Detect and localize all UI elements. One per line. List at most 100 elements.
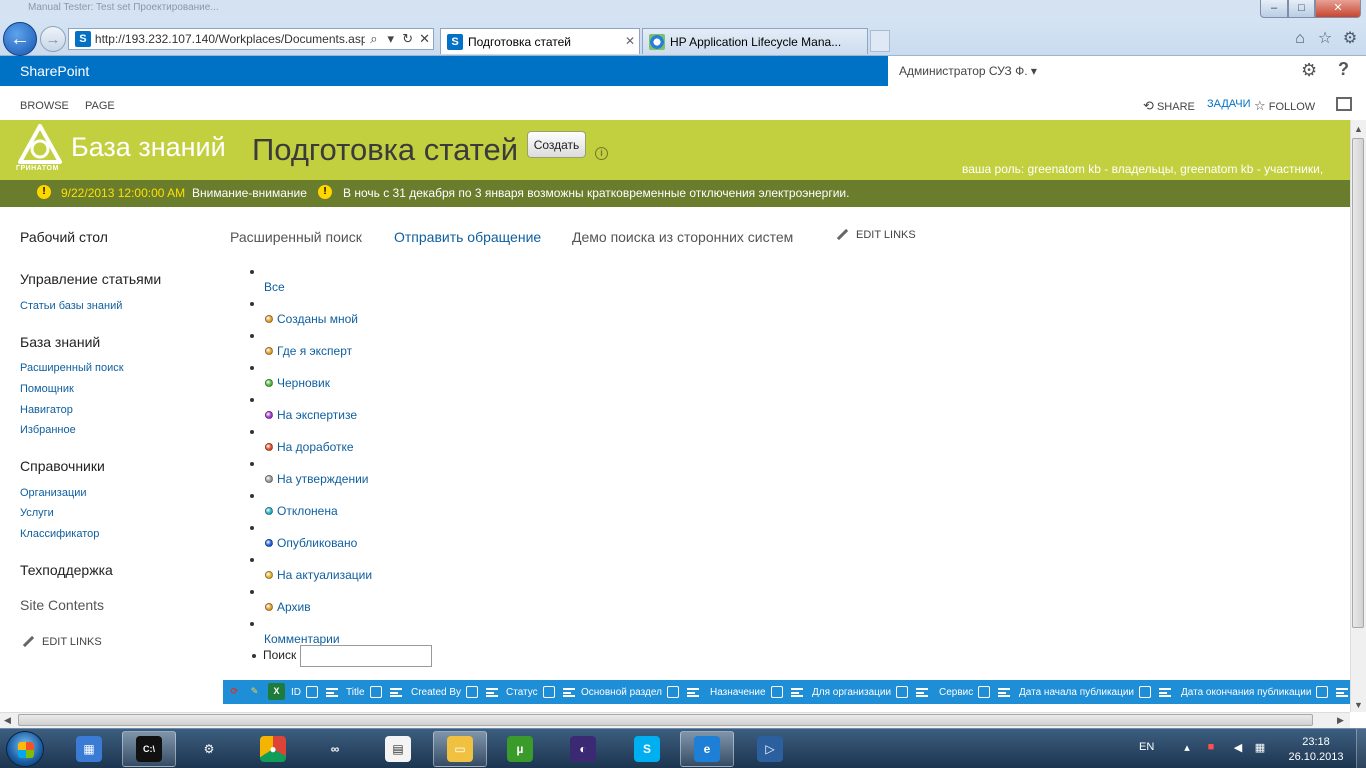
taskbar-button[interactable]: µ	[493, 731, 547, 767]
site-name[interactable]: База знаний	[71, 132, 226, 163]
address-bar[interactable]: S http://193.232.107.140/Workplaces/Docu…	[68, 28, 434, 50]
home-icon[interactable]: ⌂	[1289, 28, 1311, 50]
taskbar-button[interactable]: S	[620, 731, 674, 767]
grid-column-header[interactable]: Для организации	[812, 686, 934, 698]
sharepoint-brand[interactable]: SharePoint	[20, 63, 89, 79]
tray-app-icon[interactable]: ■	[1204, 741, 1218, 755]
grid-column-header[interactable]: Статус	[506, 686, 581, 698]
start-button[interactable]	[6, 731, 44, 767]
scroll-left-icon[interactable]: ◀	[4, 715, 11, 726]
tab-browse[interactable]: BROWSE	[20, 100, 69, 112]
taskbar-button[interactable]: ◐	[556, 731, 610, 767]
scroll-right-icon[interactable]: ▶	[1337, 715, 1344, 726]
nav-services[interactable]: Услуги	[20, 507, 54, 519]
maximize-button[interactable]: □	[1288, 0, 1315, 18]
address-url[interactable]: http://193.232.107.140/Workplaces/Docume…	[95, 32, 365, 46]
grid-column-header[interactable]: Created By	[411, 686, 504, 698]
status-filter-link[interactable]: Созданы мной	[265, 312, 358, 326]
left-edit-links[interactable]: EDIT LINKS	[22, 636, 102, 648]
status-filter-link[interactable]: На утверждении	[265, 472, 369, 486]
nav-classifier[interactable]: Классификатор	[20, 528, 99, 540]
tray-expand-icon[interactable]: ▴	[1180, 741, 1194, 755]
nav-assistant[interactable]: Помощник	[20, 383, 74, 395]
focus-content-icon[interactable]	[1336, 97, 1352, 111]
vertical-scroll-thumb[interactable]	[1352, 138, 1364, 628]
taskbar-button[interactable]: ∞	[308, 731, 362, 767]
taskbar-button[interactable]: ▤	[371, 731, 425, 767]
status-filter-link[interactable]: Где я эксперт	[265, 344, 352, 358]
column-checkbox[interactable]	[978, 686, 991, 698]
tab-active[interactable]: S Подготовка статей ✕	[440, 28, 640, 54]
grid-column-header[interactable]: Title	[346, 686, 408, 698]
taskbar-button[interactable]: ▭	[433, 731, 487, 767]
share-button[interactable]: ⟲ SHARE	[1143, 98, 1195, 114]
scroll-down-icon[interactable]: ▼	[1354, 700, 1363, 710]
search-input[interactable]	[300, 645, 432, 667]
column-filter-icon[interactable]	[686, 687, 699, 697]
nav-support[interactable]: Техподдержка	[20, 562, 113, 578]
volume-icon[interactable]: ◀	[1231, 741, 1245, 755]
taskbar-button[interactable]: ▷	[743, 731, 797, 767]
column-filter-icon[interactable]	[326, 687, 338, 697]
scroll-up-icon[interactable]: ▲	[1354, 124, 1363, 134]
grid-column-header[interactable]: Дата окончания публикации	[1181, 686, 1350, 698]
nav-desk[interactable]: Рабочий стол	[20, 229, 108, 245]
minimize-button[interactable]: –	[1260, 0, 1288, 18]
column-checkbox[interactable]	[896, 686, 909, 698]
taskbar-button[interactable]: C:\	[122, 731, 176, 767]
nav-organizations[interactable]: Организации	[20, 487, 87, 499]
clear-filter-icon[interactable]: ✎	[246, 683, 263, 700]
column-checkbox[interactable]	[770, 686, 783, 698]
column-filter-icon[interactable]	[389, 687, 402, 697]
grid-column-header[interactable]: Сервис	[939, 686, 1016, 698]
status-filter-link[interactable]: На экспертизе	[265, 408, 357, 422]
show-desktop-button[interactable]	[1356, 729, 1366, 768]
column-filter-icon[interactable]	[1336, 687, 1349, 697]
info-icon[interactable]: i	[595, 147, 608, 160]
taskbar-button[interactable]: ⚙	[182, 731, 236, 767]
search-icon[interactable]: ⌕	[365, 31, 382, 47]
tools-gear-icon[interactable]: ⚙	[1339, 28, 1361, 50]
grid-column-header[interactable]: ID	[291, 686, 344, 698]
column-checkbox[interactable]	[666, 686, 679, 698]
new-tab-button[interactable]	[870, 30, 890, 52]
grid-column-header[interactable]: Дата начала публикации	[1019, 686, 1177, 698]
status-filter-link[interactable]: На доработке	[265, 440, 354, 454]
column-filter-icon[interactable]	[998, 687, 1011, 697]
taskbar-button[interactable]: ●	[246, 731, 300, 767]
status-filter-link[interactable]: Черновик	[265, 376, 330, 390]
favorites-star-icon[interactable]: ☆	[1314, 28, 1336, 50]
topnav-external-search-demo[interactable]: Демо поиска из сторонних систем	[572, 229, 793, 245]
refresh-icon[interactable]: ↻	[399, 31, 416, 47]
status-filter-link[interactable]: Комментарии	[264, 632, 340, 646]
dropdown-icon[interactable]: ▾	[382, 31, 399, 47]
tab-page[interactable]: PAGE	[85, 100, 115, 112]
topnav-advanced-search[interactable]: Расширенный поиск	[230, 229, 362, 245]
follow-button[interactable]: ☆ FOLLOW	[1254, 98, 1315, 114]
status-filter-link[interactable]: Опубликовано	[265, 536, 357, 550]
nav-site-contents[interactable]: Site Contents	[20, 597, 104, 613]
topnav-send-request[interactable]: Отправить обращение	[394, 229, 541, 245]
settings-gear-icon[interactable]: ⚙	[1301, 60, 1317, 81]
nav-advanced-search[interactable]: Расширенный поиск	[20, 362, 124, 374]
column-checkbox[interactable]	[1139, 686, 1152, 698]
tray-clock[interactable]: 23:18 26.10.2013	[1286, 735, 1346, 765]
top-edit-links[interactable]: EDIT LINKS	[836, 229, 916, 241]
back-button[interactable]: ←	[3, 22, 37, 56]
nav-navigator[interactable]: Навигатор	[20, 404, 73, 416]
horizontal-scroll-thumb[interactable]	[18, 714, 1313, 726]
nav-manage-articles[interactable]: Управление статьями	[20, 271, 161, 287]
nav-references[interactable]: Справочники	[20, 458, 105, 474]
column-checkbox[interactable]	[542, 686, 555, 698]
column-filter-icon[interactable]	[562, 687, 575, 697]
language-indicator[interactable]: EN	[1139, 741, 1154, 753]
grid-column-header[interactable]: Назначение	[710, 686, 809, 698]
tab-inactive[interactable]: HP Application Lifecycle Mana...	[642, 28, 868, 54]
column-filter-icon[interactable]	[1159, 687, 1172, 697]
nav-knowledge-base[interactable]: База знаний	[20, 334, 100, 350]
close-window-button[interactable]: ✕	[1315, 0, 1361, 18]
excel-icon[interactable]: X	[268, 683, 285, 700]
status-filter-link[interactable]: На актуализации	[265, 568, 372, 582]
status-filter-link[interactable]: Отклонена	[265, 504, 338, 518]
user-menu[interactable]: Администратор СУЗ Ф. ▾	[899, 64, 1037, 78]
